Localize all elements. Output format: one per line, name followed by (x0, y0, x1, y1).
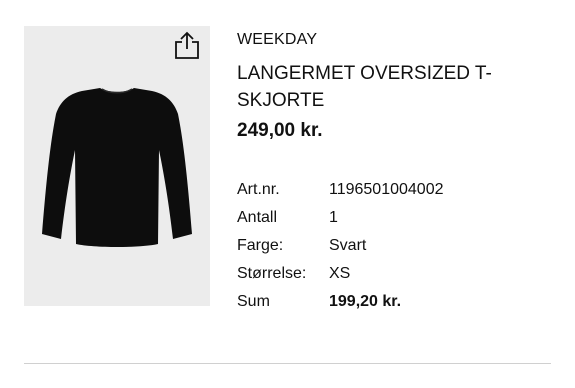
detail-value: 1 (329, 209, 338, 226)
detail-row-article-number: Art.nr. 1196501004002 (237, 176, 444, 204)
brand-name: WEEKDAY (237, 31, 318, 48)
detail-label: Antall (237, 209, 278, 226)
product-title[interactable]: LANGERMET OVERSIZED T-SKJORTE (237, 60, 537, 114)
detail-value-sum: 199,20 kr. (329, 293, 402, 310)
divider (24, 363, 551, 364)
tshirt-image-icon (42, 88, 192, 247)
detail-value: Svart (329, 237, 367, 254)
product-image[interactable] (24, 26, 210, 306)
detail-label: Størrelse: (237, 265, 307, 282)
product-info: WEEKDAY LANGERMET OVERSIZED T-SKJORTE 24… (237, 30, 557, 144)
order-details: Art.nr. 1196501004002 Antall 1 Farge: Sv… (237, 176, 444, 316)
detail-value: XS (329, 265, 351, 282)
detail-row-size: Størrelse: XS (237, 260, 444, 288)
detail-label: Farge: (237, 237, 284, 254)
detail-row-color: Farge: Svart (237, 232, 444, 260)
detail-row-quantity: Antall 1 (237, 204, 444, 232)
share-button[interactable] (170, 29, 204, 61)
product-price: 249,00 kr. (237, 120, 323, 141)
detail-label: Sum (237, 293, 270, 310)
share-icon (175, 31, 199, 59)
order-item-card: WEEKDAY LANGERMET OVERSIZED T-SKJORTE 24… (0, 0, 575, 388)
detail-label: Art.nr. (237, 181, 280, 198)
detail-row-sum: Sum 199,20 kr. (237, 288, 444, 316)
detail-value: 1196501004002 (329, 181, 444, 198)
